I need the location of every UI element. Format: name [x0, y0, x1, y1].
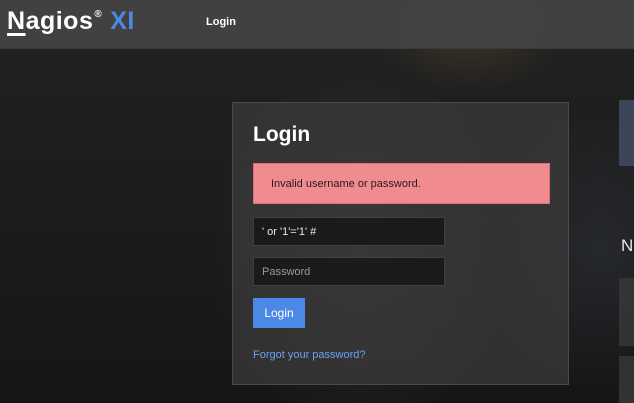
login-title: Login [253, 123, 311, 146]
registered-mark: ® [94, 9, 103, 20]
right-column-card [619, 356, 634, 403]
forgot-password-link[interactable]: Forgot your password? [253, 349, 366, 361]
login-button[interactable]: Login [253, 298, 305, 328]
right-column-heading: N [621, 236, 634, 255]
nagios-xi-logo[interactable]: Nagios ® XI [7, 7, 135, 39]
error-message: Invalid username or password. [271, 178, 421, 190]
right-column-thumbnail [619, 100, 634, 166]
username-input[interactable] [253, 217, 445, 246]
top-navigation-bar: Nagios ® XI Login [0, 0, 634, 49]
logo-letter-n: N [7, 7, 26, 35]
logo-wordmark: agios [25, 7, 94, 35]
nav-login-link[interactable]: Login [206, 16, 236, 28]
login-panel: Login Invalid username or password. Logi… [232, 102, 569, 385]
error-alert: Invalid username or password. [253, 163, 550, 204]
right-column-card [619, 278, 634, 346]
password-input[interactable] [253, 257, 445, 286]
logo-product-suffix: XI [110, 7, 135, 35]
